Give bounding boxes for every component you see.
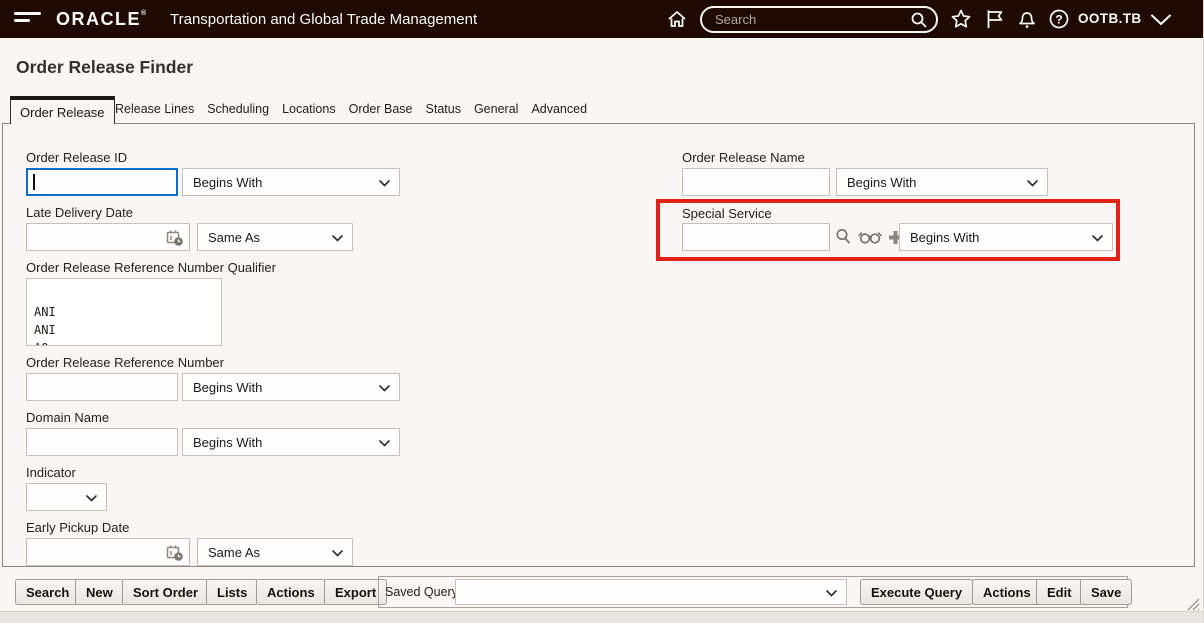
glossary-glasses-icon[interactable] bbox=[858, 231, 882, 244]
tab-locations[interactable]: Locations bbox=[282, 102, 336, 116]
order-release-name-input[interactable] bbox=[682, 168, 830, 196]
new-button[interactable]: New bbox=[75, 579, 124, 605]
early-pickup-date-operator-select[interactable]: Same As bbox=[197, 538, 353, 566]
early-pickup-date-label: Early Pickup Date bbox=[26, 520, 129, 535]
calendar-icon[interactable] bbox=[166, 229, 184, 247]
actions-right-button[interactable]: Actions bbox=[972, 579, 1042, 605]
indicator-select[interactable] bbox=[26, 483, 107, 511]
saved-query-label: Saved Query: bbox=[385, 585, 461, 599]
sort-order-button[interactable]: Sort Order bbox=[122, 579, 209, 605]
tab-status[interactable]: Status bbox=[426, 102, 461, 116]
tab-release-lines[interactable]: Release Lines bbox=[115, 102, 194, 116]
tab-advanced[interactable]: Advanced bbox=[531, 102, 587, 116]
chevron-down-icon bbox=[332, 550, 343, 557]
tab-order-base[interactable]: Order Base bbox=[349, 102, 413, 116]
ref-number-operator-select[interactable]: Begins With bbox=[182, 373, 400, 401]
early-pickup-date-input[interactable] bbox=[26, 538, 190, 566]
lookup-search-icon[interactable] bbox=[835, 228, 852, 246]
chevron-down-icon bbox=[1092, 235, 1103, 242]
tab-bar: Release Lines Scheduling Locations Order… bbox=[115, 102, 587, 116]
global-search-input[interactable] bbox=[702, 12, 910, 27]
domain-name-input[interactable] bbox=[26, 428, 178, 456]
order-release-finder-window: ORACLE® Transportation and Global Trade … bbox=[0, 0, 1204, 623]
help-icon[interactable]: ? bbox=[1048, 8, 1070, 30]
text-caret bbox=[33, 174, 35, 190]
list-item[interactable]: ANI bbox=[27, 303, 221, 321]
page-title: Order Release Finder bbox=[16, 57, 193, 78]
chevron-down-icon bbox=[332, 235, 343, 242]
tab-general[interactable]: General bbox=[474, 102, 518, 116]
notifications-bell-icon[interactable] bbox=[1016, 8, 1038, 30]
search-button[interactable]: Search bbox=[15, 579, 80, 605]
chevron-down-icon bbox=[1027, 180, 1038, 187]
oracle-logo: ORACLE® bbox=[56, 9, 148, 30]
ref-qualifier-listbox[interactable]: ANI ANI AO bbox=[26, 278, 222, 346]
chevron-down-icon bbox=[379, 385, 390, 392]
calendar-icon[interactable] bbox=[166, 544, 184, 562]
order-release-id-input[interactable] bbox=[26, 168, 178, 196]
menu-icon[interactable] bbox=[14, 12, 41, 26]
tab-scheduling[interactable]: Scheduling bbox=[207, 102, 269, 116]
list-item[interactable]: ANI bbox=[27, 321, 221, 339]
lists-button[interactable]: Lists bbox=[206, 579, 258, 605]
home-icon[interactable] bbox=[666, 8, 688, 30]
chevron-down-icon bbox=[379, 440, 390, 447]
order-release-name-label: Order Release Name bbox=[682, 150, 805, 165]
global-search bbox=[700, 6, 938, 33]
order-release-id-label: Order Release ID bbox=[26, 150, 127, 165]
chevron-down-icon bbox=[379, 180, 390, 187]
svg-text:?: ? bbox=[1055, 12, 1062, 26]
domain-name-label: Domain Name bbox=[26, 410, 109, 425]
resize-grip[interactable] bbox=[1183, 594, 1200, 611]
search-icon[interactable] bbox=[910, 11, 928, 29]
flag-icon[interactable] bbox=[984, 8, 1006, 30]
list-item[interactable] bbox=[27, 285, 221, 303]
indicator-label: Indicator bbox=[26, 465, 76, 480]
late-delivery-date-label: Late Delivery Date bbox=[26, 205, 133, 220]
special-service-operator-select[interactable]: Begins With bbox=[899, 223, 1113, 251]
late-delivery-date-input[interactable] bbox=[26, 223, 190, 251]
late-delivery-date-operator-select[interactable]: Same As bbox=[197, 223, 353, 251]
ref-qualifier-label: Order Release Reference Number Qualifier bbox=[26, 260, 276, 275]
ref-number-input[interactable] bbox=[26, 373, 178, 401]
edit-button[interactable]: Edit bbox=[1036, 579, 1083, 605]
execute-query-button[interactable]: Execute Query bbox=[860, 579, 973, 605]
order-release-id-operator-select[interactable]: Begins With bbox=[182, 168, 400, 196]
status-strip bbox=[0, 611, 1204, 623]
ref-number-label: Order Release Reference Number bbox=[26, 355, 224, 370]
app-header: ORACLE® Transportation and Global Trade … bbox=[0, 0, 1204, 38]
order-release-name-operator-select[interactable]: Begins With bbox=[836, 168, 1048, 196]
app-title: Transportation and Global Trade Manageme… bbox=[170, 11, 477, 28]
saved-query-select[interactable] bbox=[455, 579, 847, 605]
special-service-input[interactable] bbox=[682, 223, 830, 251]
chevron-down-icon bbox=[86, 495, 97, 502]
list-item[interactable]: AO bbox=[27, 339, 221, 346]
user-menu[interactable]: OOTB.TB bbox=[1078, 11, 1142, 26]
special-service-label: Special Service bbox=[682, 206, 772, 221]
tab-order-release[interactable]: Order Release bbox=[10, 96, 115, 124]
save-button[interactable]: Save bbox=[1080, 579, 1132, 605]
domain-name-operator-select[interactable]: Begins With bbox=[182, 428, 400, 456]
user-menu-chevron-down-icon[interactable] bbox=[1150, 14, 1172, 26]
favorites-star-icon[interactable] bbox=[950, 8, 972, 30]
actions-button[interactable]: Actions bbox=[256, 579, 326, 605]
chevron-down-icon bbox=[826, 590, 837, 597]
